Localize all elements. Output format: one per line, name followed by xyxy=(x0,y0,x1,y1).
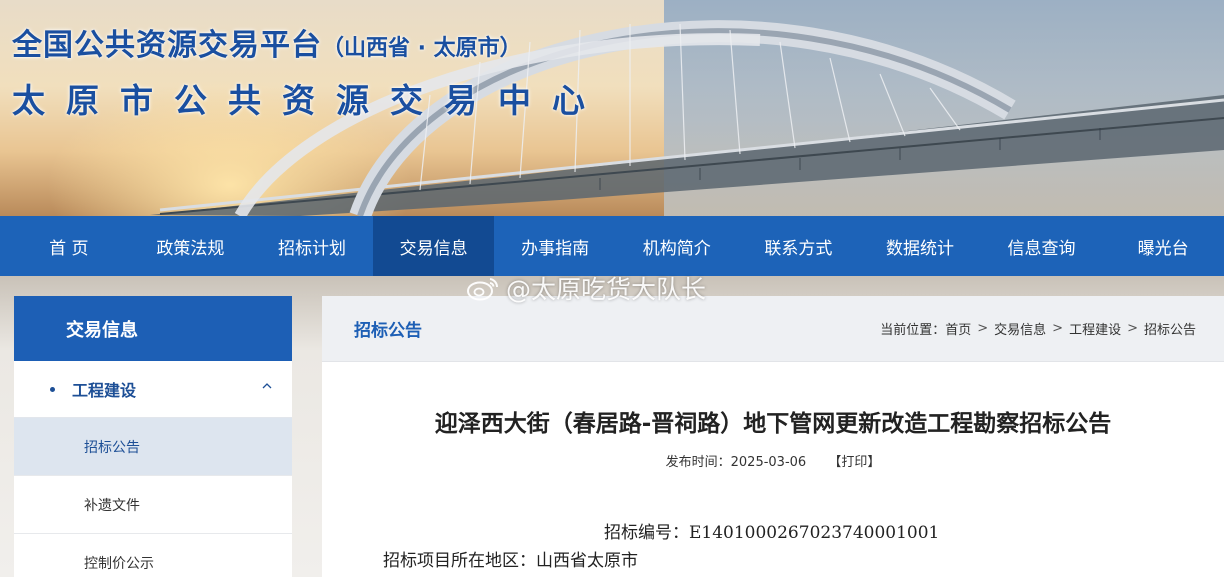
section-tag: 招标公告 xyxy=(354,321,422,341)
nav-query[interactable]: 信息查询 xyxy=(981,216,1103,276)
nav-statistics[interactable]: 数据统计 xyxy=(859,216,981,276)
project-region: 招标项目所在地区：山西省太原市 xyxy=(383,551,638,571)
publish-label: 发布时间： xyxy=(665,455,731,470)
breadcrumb-separator: > xyxy=(977,321,989,336)
main-content: 招标公告 当前位置： 首页 > 交易信息 > 工程建设 > 招标公告 迎泽西大街… xyxy=(322,296,1224,577)
breadcrumb-prefix: 当前位置： xyxy=(880,323,946,338)
breadcrumb-trade-info[interactable]: 交易信息 xyxy=(994,319,1046,338)
article-title: 迎泽西大街（春居路-晋祠路）地下管网更新改造工程勘察招标公告 xyxy=(434,411,1112,437)
content-header: 招标公告 当前位置： 首页 > 交易信息 > 工程建设 > 招标公告 xyxy=(322,296,1224,362)
nav-home[interactable]: 首 页 xyxy=(8,216,130,276)
chevron-up-icon[interactable] xyxy=(260,379,274,393)
nav-tender-plan[interactable]: 招标计划 xyxy=(251,216,373,276)
sidebar-item-tender-notice[interactable]: 招标公告 xyxy=(14,418,292,476)
sidebar-header: 交易信息 xyxy=(14,296,292,361)
nav-contact[interactable]: 联系方式 xyxy=(738,216,860,276)
nav-trade-info[interactable]: 交易信息 xyxy=(372,216,495,276)
publish-date: 2025-03-06 xyxy=(730,455,807,470)
nav-exposure[interactable]: 曝光台 xyxy=(1102,216,1224,276)
sidebar-category-label: 工程建设 xyxy=(72,381,137,400)
platform-region: （山西省 · 太原市） xyxy=(322,36,522,61)
breadcrumb-engineering[interactable]: 工程建设 xyxy=(1069,319,1121,338)
breadcrumb-tender-notice[interactable]: 招标公告 xyxy=(1144,319,1196,338)
sidebar-item-addendum[interactable]: 补遗文件 xyxy=(14,476,292,534)
tender-number: 招标编号：E1401000267023740001001 xyxy=(604,523,940,543)
nav-policy[interactable]: 政策法规 xyxy=(130,216,252,276)
breadcrumb-separator: > xyxy=(1127,321,1138,336)
bullet-icon xyxy=(50,386,55,392)
breadcrumb: 当前位置： 首页 > 交易信息 > 工程建设 > 招标公告 xyxy=(880,319,1196,338)
nav-guide[interactable]: 办事指南 xyxy=(494,216,616,276)
main-nav: 首 页 政策法规 招标计划 交易信息 办事指南 机构简介 联系方式 数据统计 信… xyxy=(0,216,1224,276)
platform-title: 全国公共资源交易平台（山西省 · 太原市） xyxy=(12,28,522,63)
nav-about[interactable]: 机构简介 xyxy=(616,216,738,276)
sidebar-item-control-price[interactable]: 控制价公示 xyxy=(14,534,292,577)
breadcrumb-home[interactable]: 首页 xyxy=(945,319,971,338)
sidebar-category-engineering[interactable]: 工程建设 xyxy=(14,361,292,418)
center-title: 太原市公共资源交易中心 xyxy=(12,81,606,120)
article-meta: 发布时间：2025-03-06 【打印】 xyxy=(322,451,1224,470)
breadcrumb-separator: > xyxy=(1052,321,1064,336)
header-banner: 全国公共资源交易平台（山西省 · 太原市） 太原市公共资源交易中心 xyxy=(0,0,1224,216)
sidebar: 交易信息 工程建设 招标公告 补遗文件 控制价公示 xyxy=(14,296,292,577)
print-link[interactable]: 【打印】 xyxy=(828,455,880,470)
